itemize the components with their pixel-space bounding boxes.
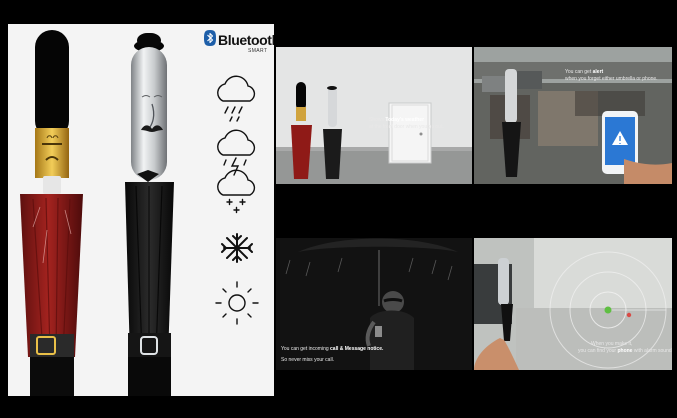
door-handle [419,132,423,136]
product-panel: Bluetooth SMART [8,24,274,396]
forget-alert-scene: You can get alert when you forget either… [474,47,672,184]
find-phone-caption-prefix: you can find your [578,347,618,354]
call-notice-scene: You can get incoming call & Message noti… [276,238,472,370]
red-canopy [20,194,83,357]
alert-caption-highlight: alert [592,69,604,75]
sun-icon [215,281,259,325]
call-caption-highlight: call & Message notice. [330,346,384,352]
weather-door-illustration [276,47,472,184]
guard-umbrella [20,30,83,396]
bluetooth-smart-logo: Bluetooth SMART [204,30,274,58]
gold-face [35,128,69,178]
bearskin-hat [35,30,69,138]
call-caption-prefix: You can get incoming [281,346,331,352]
bluetooth-icon [204,30,216,46]
weather-door-scene: Shows Today's weather at the front door … [276,47,472,184]
find-phone-caption-line2: you can find your phone with alarm sound [578,348,672,355]
forget-alert-illustration [474,47,672,184]
find-phone-scene: When you make it, you can find your phon… [474,238,672,370]
snowflake-icon [221,233,253,263]
radar-center-dot [604,306,612,314]
thunder-cloud-icon [217,129,256,176]
find-phone-caption-line1: When you make it, [591,341,633,347]
call-caption-line2: So never miss your call. [281,356,335,363]
alert-caption-line2: when you forget either umbrella or phone… [565,75,658,82]
call-caption: You can get incoming call & Message noti… [281,346,383,364]
silver-handle [131,47,167,180]
guard-collar [43,176,61,194]
rain-cloud-icon [217,75,256,122]
alert-caption-line1: You can get alert [565,69,658,76]
white-door [388,102,432,164]
find-phone-caption-highlight: phone [617,347,633,354]
weather-caption-line1: Shows Today's weather [369,117,444,124]
weather-caption-line2: at the front door when you go out. [369,123,444,130]
alert-caption: You can get alert when you forget either… [565,69,658,83]
weather-caption: Shows Today's weather at the front door … [369,117,444,131]
image-frame: Bluetooth SMART Shows Today's weather at… [0,0,677,418]
call-caption-line1: You can get incoming call & Message noti… [281,346,383,353]
snow-cloud-icon [217,169,256,214]
bowler-hat [137,33,161,48]
weather-caption-highlight: Today's weather [385,117,425,123]
weather-caption-prefix: Shows [369,117,386,123]
held-phone [375,326,382,337]
silver-umbrella-handle [498,258,509,305]
find-phone-caption: When you make it, you can find your phon… [578,341,672,355]
alert-caption-prefix: You can get [565,69,593,75]
find-phone-caption-suffix: with alarm sound [632,347,672,354]
phone-location-dot [626,312,632,318]
bluetooth-smart-label: SMART [248,48,268,54]
bluetooth-wordmark: Bluetooth [218,32,274,48]
gentleman-umbrella [125,33,174,396]
umbrella-illustration [20,30,259,396]
